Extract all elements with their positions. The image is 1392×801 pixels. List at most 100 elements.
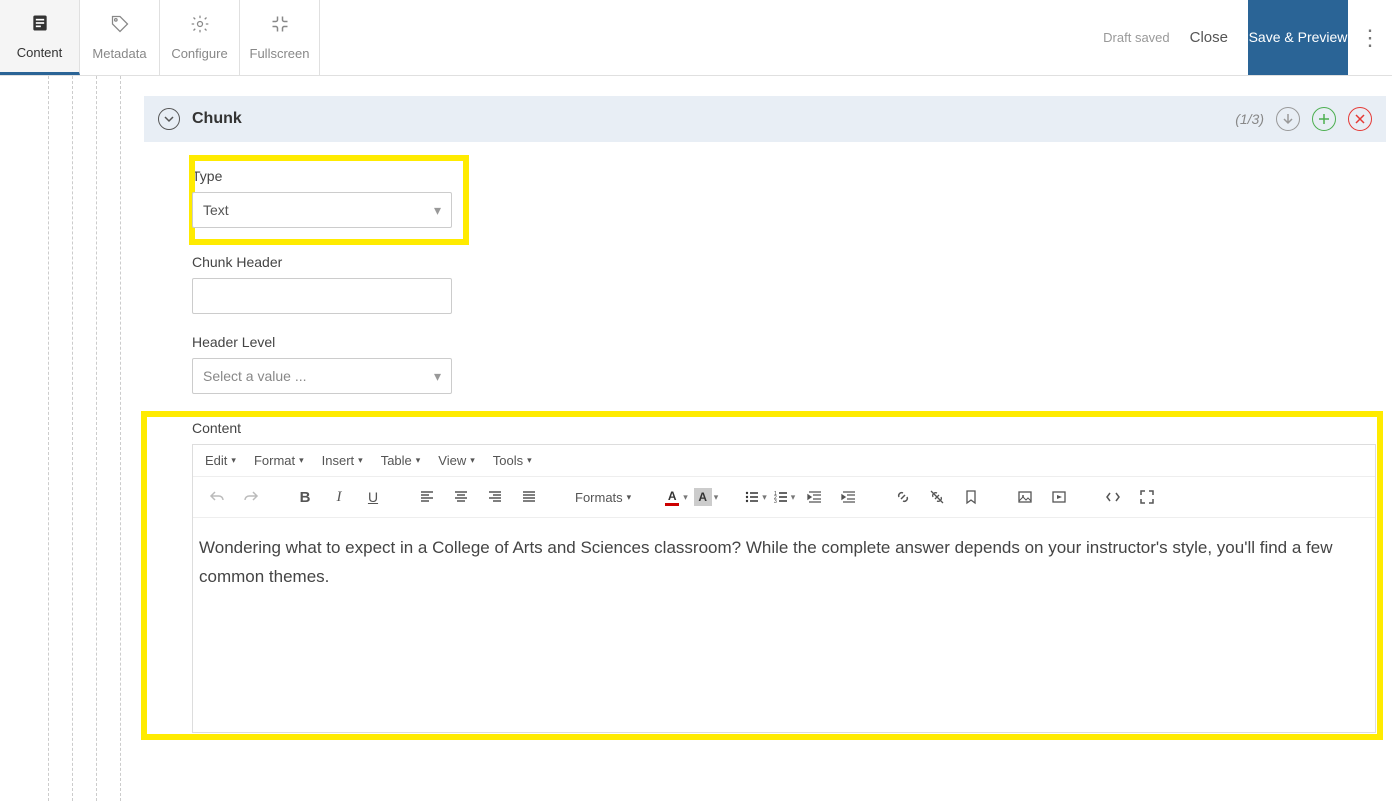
underline-icon: U (368, 489, 378, 505)
bookmark-icon (963, 489, 979, 505)
more-menu-button[interactable]: ⋮ (1348, 0, 1392, 75)
tab-metadata[interactable]: Metadata (80, 0, 160, 75)
header-level-label: Header Level (192, 334, 1392, 350)
svg-text:3: 3 (774, 499, 777, 505)
menu-insert[interactable]: Insert▾ (322, 453, 363, 468)
tab-label: Metadata (92, 46, 146, 61)
align-center-button[interactable] (447, 483, 475, 511)
align-left-button[interactable] (413, 483, 441, 511)
outdent-button[interactable] (801, 483, 829, 511)
bullet-list-icon (744, 489, 760, 505)
align-justify-button[interactable] (515, 483, 543, 511)
gear-icon (190, 14, 210, 40)
tag-icon (110, 14, 130, 40)
image-icon (1017, 489, 1033, 505)
top-toolbar: Content Metadata Configure Fullscreen Dr… (0, 0, 1392, 76)
link-button[interactable] (889, 483, 917, 511)
tab-label: Fullscreen (250, 46, 310, 61)
rich-text-editor: Edit▾ Format▾ Insert▾ Table▾ View▾ Tools… (192, 444, 1376, 733)
tree-rails (24, 76, 144, 801)
close-icon (1354, 113, 1366, 125)
chunk-header-input[interactable] (192, 278, 452, 314)
image-button[interactable] (1011, 483, 1039, 511)
bookmark-button[interactable] (957, 483, 985, 511)
caret-down-icon: ▾ (434, 202, 441, 219)
type-highlight: Type Text ▾ (192, 158, 466, 242)
plus-icon (1318, 113, 1330, 125)
fullscreen-exit-icon (270, 14, 290, 40)
media-button[interactable] (1045, 483, 1073, 511)
expand-icon (1139, 489, 1155, 505)
chunk-header-bar: Chunk (1/3) (144, 96, 1386, 142)
editor-body[interactable]: Wondering what to expect in a College of… (193, 518, 1375, 732)
collapse-toggle[interactable] (158, 108, 180, 130)
chevron-down-icon (164, 114, 174, 124)
caret-down-icon: ▾ (434, 368, 441, 385)
redo-icon (243, 489, 259, 505)
align-center-icon (453, 489, 469, 505)
outdent-icon (807, 489, 823, 505)
indent-icon (841, 489, 857, 505)
redo-button[interactable] (237, 483, 265, 511)
editor-text: Wondering what to expect in a College of… (199, 538, 1332, 586)
undo-icon (209, 489, 225, 505)
menu-table[interactable]: Table▾ (381, 453, 421, 468)
chunk-header-label: Chunk Header (192, 254, 1392, 270)
formats-dropdown[interactable]: Formats▾ (569, 490, 637, 505)
draft-status: Draft saved (1103, 30, 1169, 45)
content-label: Content (192, 420, 1376, 436)
header-level-select[interactable]: Select a value ... ▾ (192, 358, 452, 394)
text-color-icon: A (663, 488, 681, 506)
align-right-button[interactable] (481, 483, 509, 511)
link-icon (895, 489, 911, 505)
bg-color-button[interactable]: A▾ (694, 488, 719, 506)
type-value: Text (203, 202, 229, 218)
code-icon (1105, 489, 1121, 505)
bold-button[interactable]: B (291, 483, 319, 511)
editor-toolbar: B I U Formats▾ A▾ (193, 477, 1375, 518)
tab-label: Content (17, 45, 63, 60)
number-list-icon: 123 (773, 489, 789, 505)
italic-icon: I (337, 489, 342, 506)
content-icon (30, 13, 50, 39)
undo-button[interactable] (203, 483, 231, 511)
align-justify-icon (521, 489, 537, 505)
type-select[interactable]: Text ▾ (192, 192, 452, 228)
save-preview-button[interactable]: Save & Preview (1248, 0, 1348, 75)
tab-configure[interactable]: Configure (160, 0, 240, 75)
menu-edit[interactable]: Edit▾ (205, 453, 236, 468)
unlink-button[interactable] (923, 483, 951, 511)
fullscreen-editor-button[interactable] (1133, 483, 1161, 511)
underline-button[interactable]: U (359, 483, 387, 511)
close-button[interactable]: Close (1190, 29, 1228, 46)
bg-color-icon: A (694, 488, 712, 506)
align-right-icon (487, 489, 503, 505)
unlink-icon (929, 489, 945, 505)
align-left-icon (419, 489, 435, 505)
delete-chunk-button[interactable] (1348, 107, 1372, 131)
move-down-button[interactable] (1276, 107, 1300, 131)
chunk-title: Chunk (192, 110, 242, 128)
tab-content[interactable]: Content (0, 0, 80, 75)
menu-tools[interactable]: Tools▾ (493, 453, 532, 468)
indent-button[interactable] (835, 483, 863, 511)
arrow-down-icon (1282, 113, 1294, 125)
menu-format[interactable]: Format▾ (254, 453, 304, 468)
italic-button[interactable]: I (325, 483, 353, 511)
tab-label: Configure (171, 46, 227, 61)
bold-icon: B (300, 489, 311, 506)
media-icon (1051, 489, 1067, 505)
menu-view[interactable]: View▾ (438, 453, 474, 468)
tab-fullscreen[interactable]: Fullscreen (240, 0, 320, 75)
content-highlight: Content Edit▾ Format▾ Insert▾ Table▾ Vie… (144, 414, 1380, 737)
code-button[interactable] (1099, 483, 1127, 511)
text-color-button[interactable]: A▾ (663, 488, 688, 506)
type-label: Type (192, 168, 452, 184)
chunk-count: (1/3) (1235, 111, 1264, 127)
editor-menubar: Edit▾ Format▾ Insert▾ Table▾ View▾ Tools… (193, 445, 1375, 477)
header-level-placeholder: Select a value ... (203, 368, 307, 384)
number-list-button[interactable]: 123▾ (773, 489, 796, 505)
bullet-list-button[interactable]: ▾ (744, 489, 767, 505)
add-chunk-button[interactable] (1312, 107, 1336, 131)
kebab-icon: ⋮ (1359, 25, 1381, 51)
